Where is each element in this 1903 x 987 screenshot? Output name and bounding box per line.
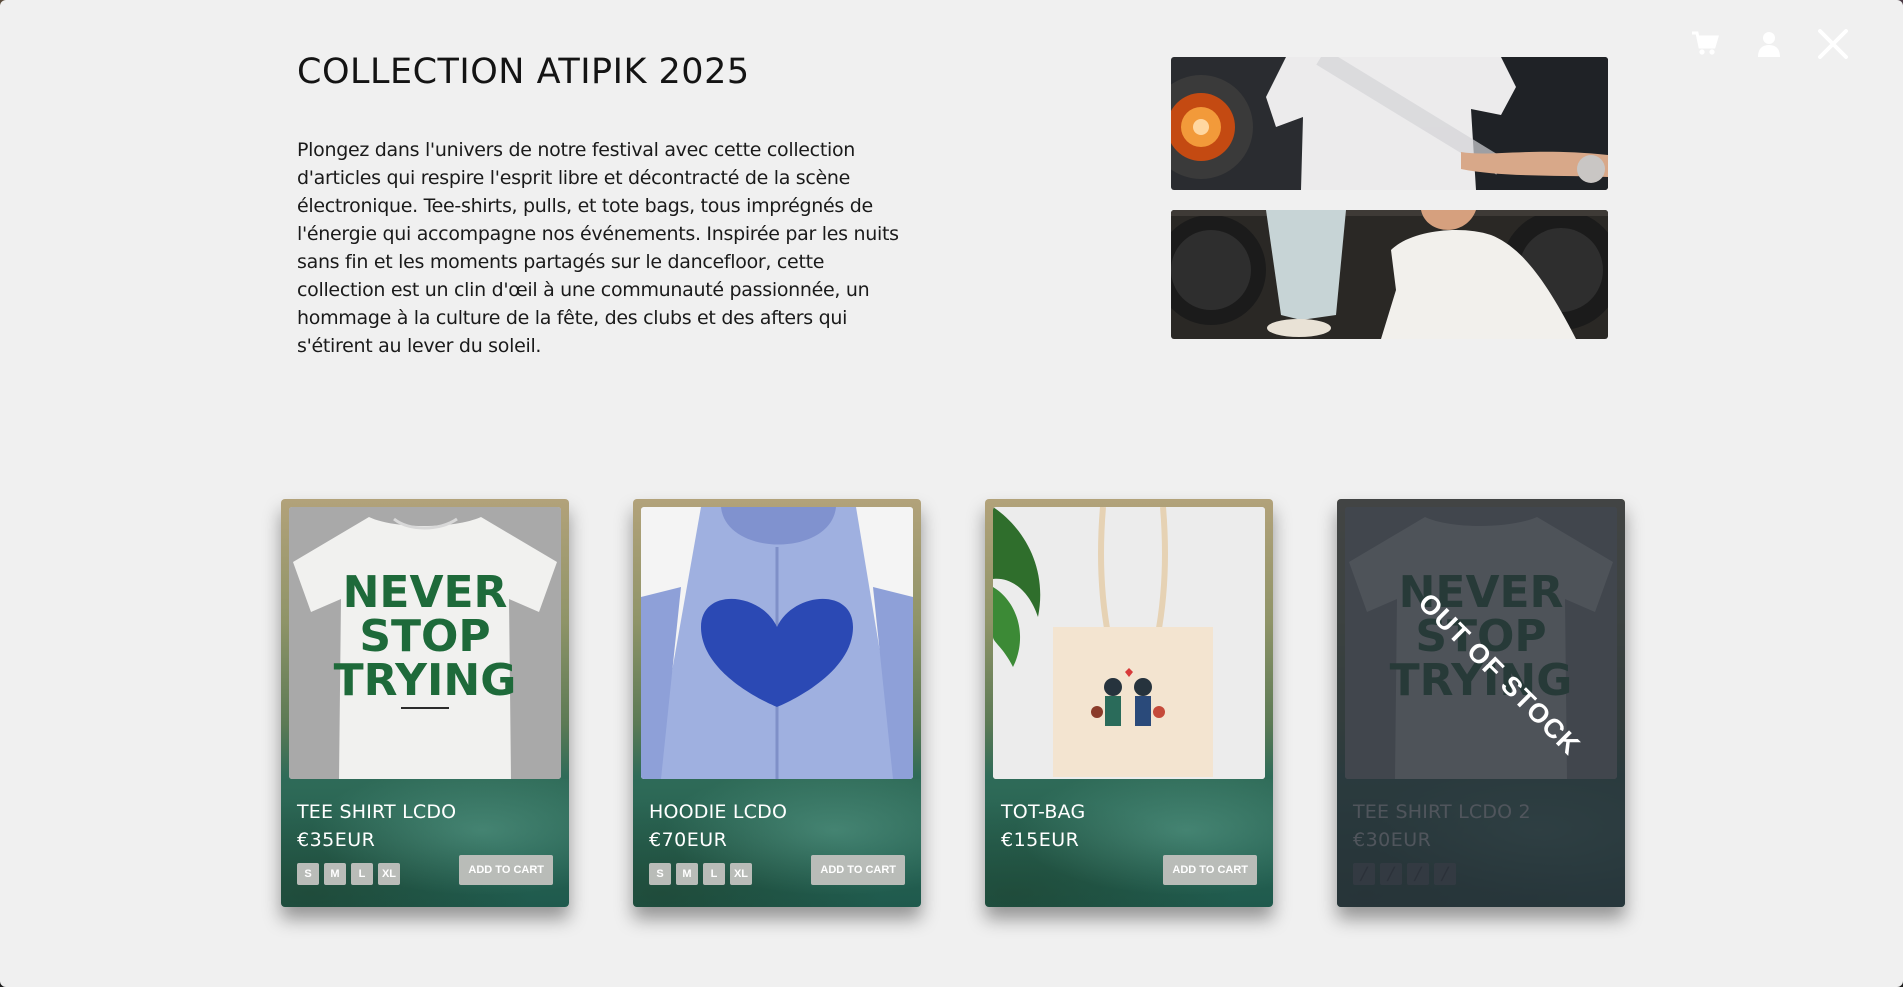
size-option-disabled [1407,863,1429,885]
product-name: TEE SHIRT LCDO [297,801,457,823]
product-price: €35EUR [297,829,376,851]
size-selector [1353,863,1456,885]
product-card: NEVER STOP TRYING TEE SHIRT LCDO €35EUR … [281,499,569,907]
size-selector: S M L XL [297,863,400,885]
cart-icon[interactable] [1673,24,1737,64]
collection-modal: COLLECTION ATIPIK 2025 Plongez dans l'un… [0,0,1903,987]
user-icon[interactable] [1737,24,1801,64]
product-card: HOODIE LCDO €70EUR S M L XL ADD TO CART [633,499,921,907]
product-price: €30EUR [1353,829,1432,851]
product-name: TOT-BAG [1001,801,1086,823]
lookbook-photo-1 [1171,57,1608,190]
size-option-m[interactable]: M [676,863,698,885]
size-option-s[interactable]: S [649,863,671,885]
size-option-l[interactable]: L [703,863,725,885]
add-to-cart-button[interactable]: ADD TO CART [459,855,553,885]
size-option-disabled [1353,863,1375,885]
size-option-disabled [1434,863,1456,885]
product-name: TEE SHIRT LCDO 2 [1353,801,1531,823]
product-image[interactable] [641,507,913,779]
product-card: TOT-BAG €15EUR ADD TO CART [985,499,1273,907]
size-option-s[interactable]: S [297,863,319,885]
add-to-cart-button[interactable]: ADD TO CART [1163,855,1257,885]
product-name: HOODIE LCDO [649,801,788,823]
svg-text:TRYING: TRYING [334,655,517,706]
collection-title: COLLECTION ATIPIK 2025 [297,52,750,92]
modal-toolbar [1673,24,1865,64]
add-to-cart-button[interactable]: ADD TO CART [811,855,905,885]
size-selector: S M L XL [649,863,752,885]
size-option-m[interactable]: M [324,863,346,885]
product-image[interactable] [993,507,1265,779]
size-option-xl[interactable]: XL [378,863,400,885]
size-option-disabled [1380,863,1402,885]
product-image[interactable]: NEVER STOP TRYING [289,507,561,779]
collection-description: Plongez dans l'univers de notre festival… [297,139,899,357]
close-icon[interactable] [1801,24,1865,64]
lookbook-photo-2 [1171,210,1608,339]
size-option-l[interactable]: L [351,863,373,885]
size-option-xl[interactable]: XL [730,863,752,885]
product-price: €70EUR [649,829,728,851]
product-price: €15EUR [1001,829,1080,851]
